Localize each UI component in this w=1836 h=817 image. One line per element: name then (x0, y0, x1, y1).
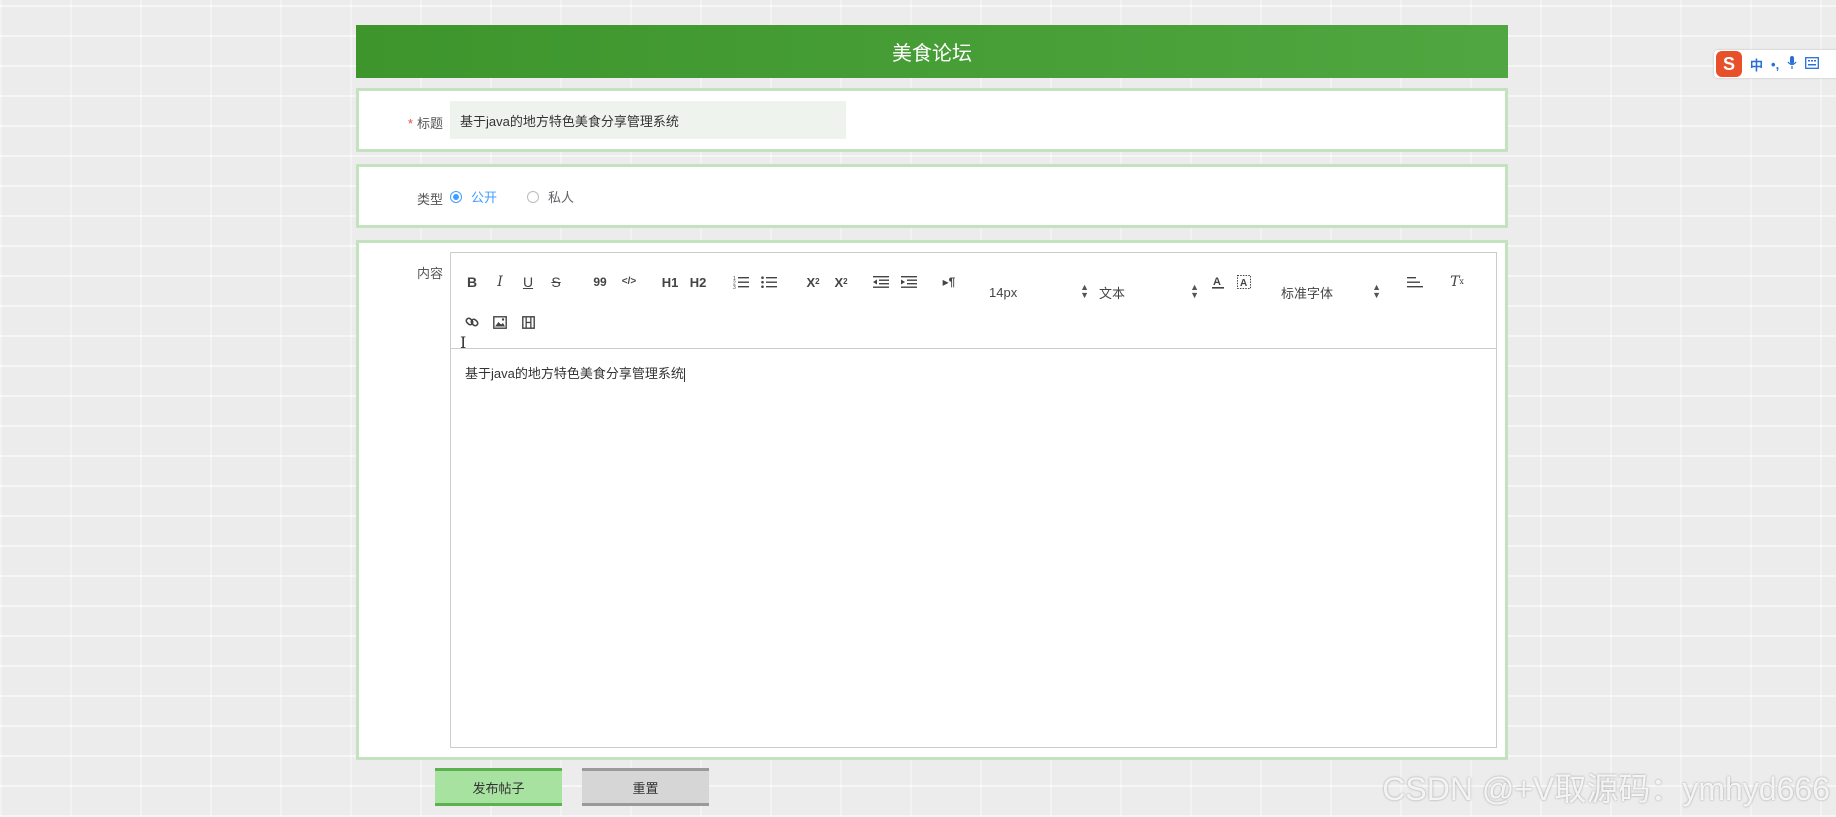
publish-post-button[interactable]: 发布帖子 (435, 768, 562, 806)
radio-public-dot[interactable] (450, 190, 462, 203)
font-picker[interactable]: 标准字体 ▲ ▼ (1281, 281, 1381, 303)
outdent-icon[interactable] (871, 271, 891, 293)
align-icon[interactable] (1405, 271, 1425, 293)
title-input[interactable] (450, 101, 846, 139)
size-picker[interactable]: 14px ▲ ▼ (989, 281, 1089, 303)
microphone-icon[interactable] (1787, 55, 1797, 73)
underline-button[interactable]: U (519, 271, 537, 293)
radio-private-label: 私人 (548, 190, 575, 205)
image-icon[interactable] (491, 311, 509, 333)
radio-private[interactable]: 私人 (527, 187, 574, 206)
content-label: 内容 (416, 266, 443, 281)
indent-icon[interactable] (899, 271, 919, 293)
ime-punctuation-toggle[interactable]: •, (1771, 57, 1779, 72)
strike-button[interactable]: S (547, 271, 565, 293)
header-picker-arrow-icon: ▲ ▼ (1190, 282, 1199, 300)
rich-text-editor: B I U S 99 </> H1 H2 123 X2 X2 ▸¶ 14px ▲… (450, 252, 1497, 748)
bold-button[interactable]: B (463, 271, 481, 293)
text-caret (683, 367, 685, 382)
ime-toolbar[interactable]: S 中 •, (1714, 50, 1836, 78)
text-color-icon[interactable]: A (1209, 271, 1227, 293)
title-label: * 标题 (407, 116, 443, 131)
size-picker-arrow-icon: ▲ ▼ (1080, 282, 1089, 300)
subscript-button[interactable]: X2 (803, 271, 823, 293)
forum-app: 美食论坛 *标题 类型 公开 私人 内容 B I U S (356, 25, 1508, 772)
h1-button[interactable]: H1 (659, 271, 681, 293)
size-picker-value: 14px (989, 284, 1018, 300)
radio-public[interactable]: 公开 (450, 187, 497, 206)
sogou-logo-icon: S (1716, 51, 1742, 77)
keyboard-icon[interactable] (1805, 56, 1820, 72)
editor-toolbar: B I U S 99 </> H1 H2 123 X2 X2 ▸¶ 14px ▲… (451, 253, 1496, 349)
type-label: 类型 (416, 192, 443, 207)
direction-button[interactable]: ▸¶ (939, 271, 959, 293)
header-picker-value: 文本 (1099, 285, 1126, 301)
svg-text:A: A (1240, 278, 1247, 289)
required-mark: * (407, 116, 413, 131)
ime-language-toggle[interactable]: 中 (1750, 55, 1763, 74)
page-header: 美食论坛 (356, 25, 1508, 78)
video-icon[interactable] (519, 311, 537, 333)
ordered-list-icon[interactable]: 123 (731, 271, 751, 293)
clean-format-button[interactable]: Tx (1447, 271, 1467, 293)
background-color-icon[interactable]: A (1235, 271, 1253, 293)
form-actions: 发布帖子 重置 (435, 768, 729, 806)
code-button[interactable]: </> (619, 271, 639, 293)
csdn-watermark: CSDN @+V取源码：ymhyd666 (1382, 771, 1830, 807)
italic-button[interactable]: I (491, 271, 509, 293)
editor-content-area[interactable]: 基于java的地方特色美食分享管理系统 (451, 349, 1496, 739)
type-row: 类型 公开 私人 (356, 164, 1508, 228)
radio-public-label: 公开 (471, 190, 498, 205)
font-picker-arrow-icon: ▲ ▼ (1372, 282, 1381, 300)
link-icon[interactable] (463, 311, 481, 333)
reset-button[interactable]: 重置 (582, 768, 709, 806)
svg-text:3: 3 (733, 285, 736, 289)
type-radio-group: 公开 私人 (450, 187, 604, 206)
font-picker-value: 标准字体 (1281, 285, 1334, 301)
header-picker[interactable]: 文本 ▲ ▼ (1099, 281, 1199, 303)
h2-button[interactable]: H2 (687, 271, 709, 293)
radio-private-dot[interactable] (527, 190, 540, 203)
text-cursor-icon: I (460, 333, 467, 352)
content-row: 内容 B I U S 99 </> H1 H2 123 X2 X2 ▸¶ 14p… (356, 240, 1508, 760)
title-row: * 标题 (356, 88, 1508, 152)
superscript-button[interactable]: X2 (831, 271, 851, 293)
page-title: 美食论坛 (892, 43, 972, 65)
svg-text:A: A (1213, 276, 1221, 288)
bullet-list-icon[interactable] (759, 271, 779, 293)
blockquote-button[interactable]: 99 (591, 271, 609, 293)
editor-content-text: 基于java的地方特色美食分享管理系统 (465, 366, 684, 381)
